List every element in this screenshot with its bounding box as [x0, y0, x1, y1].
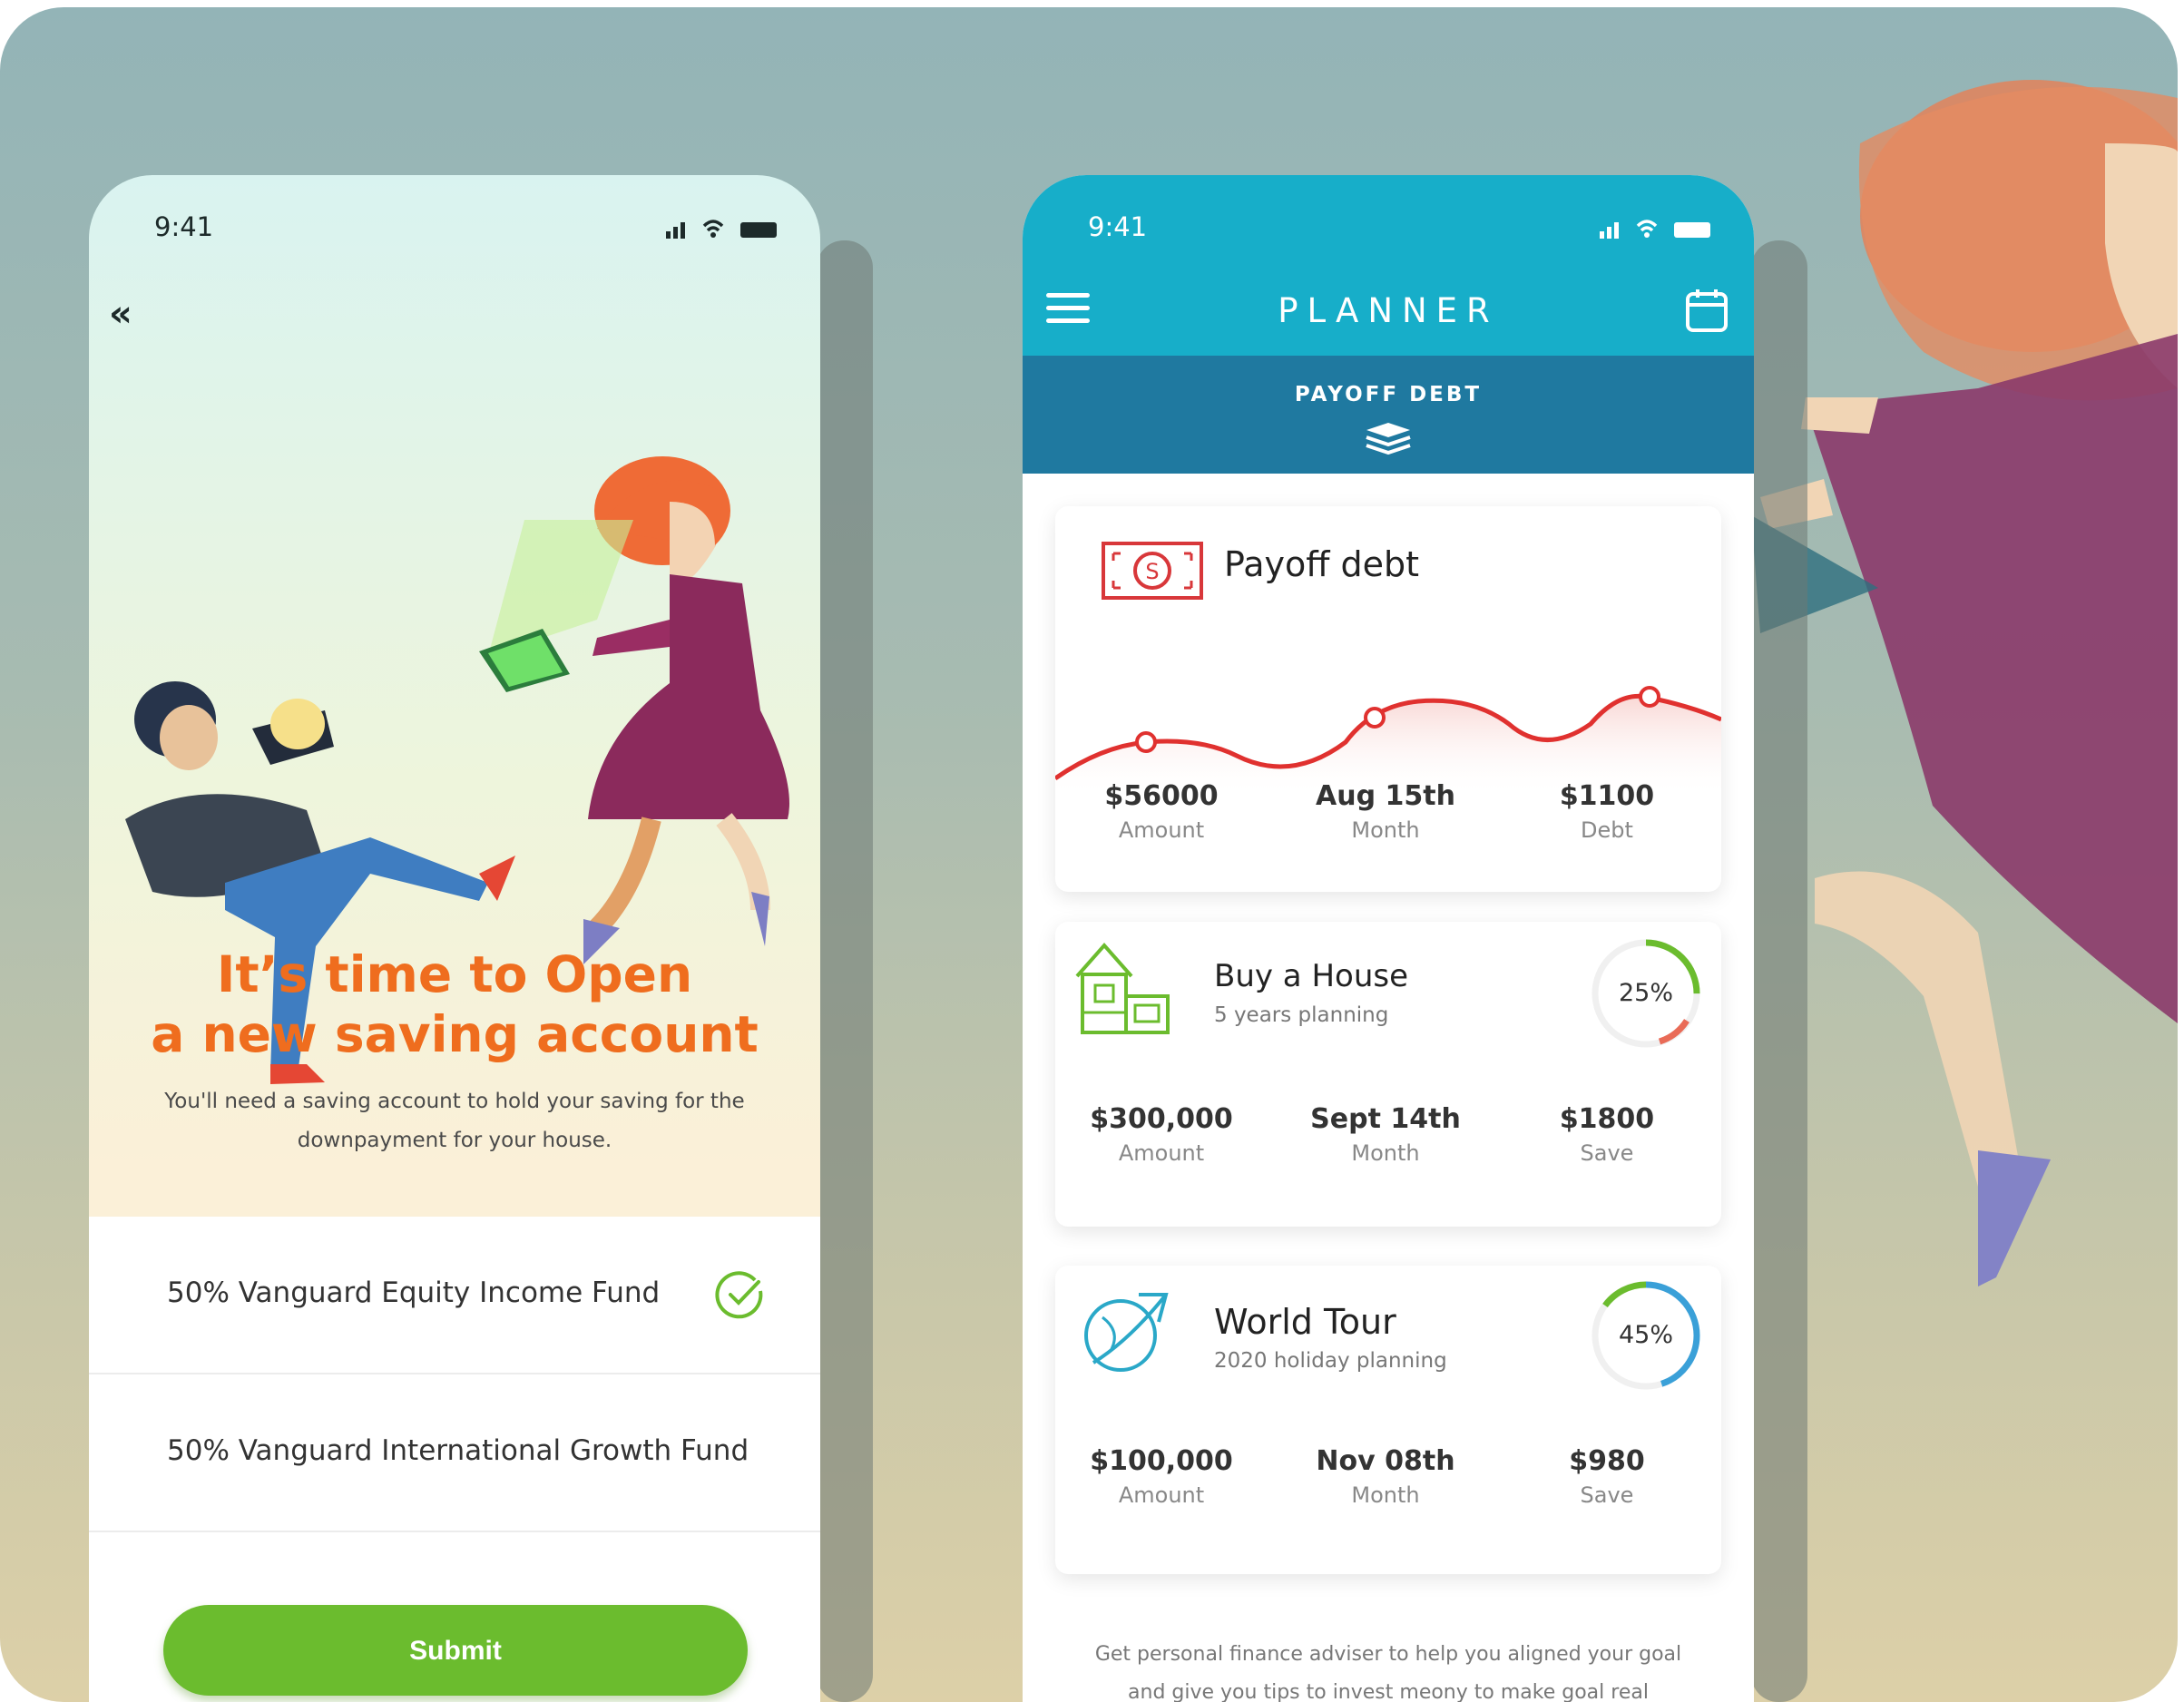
stat-save: $1800 Save [1516, 1103, 1698, 1166]
card-title: Payoff debt [1224, 544, 1420, 584]
fund-label: 50% Vanguard Equity Income Fund [167, 1276, 661, 1309]
stat-value: Aug 15th [1316, 780, 1455, 812]
stat-label: Month [1351, 1482, 1420, 1508]
world-tour-card[interactable]: World Tour 2020 holiday planning 45% $10… [1055, 1266, 1721, 1574]
dollar-bill-icon: S [1102, 542, 1203, 600]
fund-option-international-growth[interactable]: 50% Vanguard International Growth Fund [89, 1374, 820, 1532]
right-phone-screen: 9:41 PLANNER PAYOFF DEBT S Payoff debt $… [1023, 175, 1754, 1702]
stat-value: $300,000 [1090, 1103, 1233, 1135]
globe-plane-icon [1084, 1293, 1169, 1372]
status-bar: 9:41 [1088, 211, 1718, 248]
stat-value: $1100 [1559, 780, 1655, 812]
card-title: World Tour [1214, 1302, 1396, 1342]
card-subtitle: 2020 holiday planning [1214, 1349, 1447, 1373]
svg-text:S: S [1145, 559, 1159, 584]
hero-title-line1: It’s time to Open [216, 945, 693, 1003]
stat-month: Aug 15th Month [1295, 780, 1476, 843]
check-circle-icon [715, 1271, 763, 1319]
house-icon [1075, 942, 1170, 1034]
left-phone-shadow [817, 240, 873, 1702]
debt-trend-line [1055, 686, 1721, 797]
section-label: PAYOFF DEBT [1294, 383, 1483, 406]
footer-note: Get personal finance adviser to help you… [1094, 1643, 1682, 1702]
page-title: PLANNER [1278, 291, 1499, 330]
stat-label: Save [1580, 1140, 1634, 1166]
hero-description: You'll need a saving account to hold you… [164, 1090, 745, 1152]
stat-debt: $1100 Debt [1516, 780, 1698, 843]
stat-label: Month [1351, 817, 1420, 843]
status-time: 9:41 [154, 211, 214, 242]
stat-month: Sept 14th Month [1295, 1103, 1476, 1166]
stat-amount: $56000 Amount [1071, 780, 1252, 843]
stat-value: $980 [1569, 1445, 1645, 1477]
fund-option-equity-income[interactable]: 50% Vanguard Equity Income Fund [89, 1217, 820, 1374]
hero-title-line2: a new saving account [151, 1005, 759, 1063]
card-subtitle: 5 years planning [1214, 1003, 1389, 1027]
stat-label: Month [1351, 1140, 1420, 1166]
calendar-icon[interactable] [1685, 288, 1729, 333]
status-bar: 9:41 [154, 211, 784, 248]
stat-label: Debt [1581, 817, 1633, 843]
section-selector[interactable]: PAYOFF DEBT [1023, 356, 1754, 474]
fund-label: 50% Vanguard International Growth Fund [167, 1434, 749, 1467]
card-title: Buy a House [1214, 958, 1408, 994]
progress-percent: 25% [1618, 979, 1673, 1007]
app-header: 9:41 PLANNER [1023, 175, 1754, 356]
stat-amount: $100,000 Amount [1071, 1445, 1252, 1508]
stat-label: Save [1580, 1482, 1634, 1508]
stat-value: $1800 [1559, 1103, 1655, 1135]
stat-value: $100,000 [1090, 1445, 1233, 1477]
buy-house-card[interactable]: Buy a House 5 years planning 25% $300,00… [1055, 922, 1721, 1227]
stat-value: $56000 [1104, 780, 1219, 812]
progress-percent: 45% [1618, 1321, 1673, 1349]
progress-ring: 45% [1587, 1276, 1705, 1394]
left-phone-screen: 9:41 « It’s time to Open a new saving ac… [89, 175, 820, 1702]
status-icons [1600, 220, 1710, 239]
right-phone-shadow [1751, 240, 1807, 1702]
progress-ring: 25% [1587, 934, 1705, 1052]
stat-value: Nov 08th [1316, 1445, 1455, 1477]
status-time: 9:41 [1088, 211, 1148, 242]
submit-button[interactable]: Submit [163, 1605, 748, 1696]
stat-amount: $300,000 Amount [1071, 1103, 1252, 1166]
stat-save: $980 Save [1516, 1445, 1698, 1508]
stat-label: Amount [1118, 1140, 1205, 1166]
stat-label: Amount [1118, 1482, 1205, 1508]
stat-month: Nov 08th Month [1295, 1445, 1476, 1508]
stat-label: Amount [1118, 817, 1205, 843]
payoff-debt-card[interactable]: S Payoff debt $56000 Amount Aug 15th Mon… [1055, 506, 1721, 892]
stat-value: Sept 14th [1310, 1103, 1461, 1135]
layers-chevron-icon [1366, 423, 1411, 455]
status-icons [666, 220, 777, 239]
